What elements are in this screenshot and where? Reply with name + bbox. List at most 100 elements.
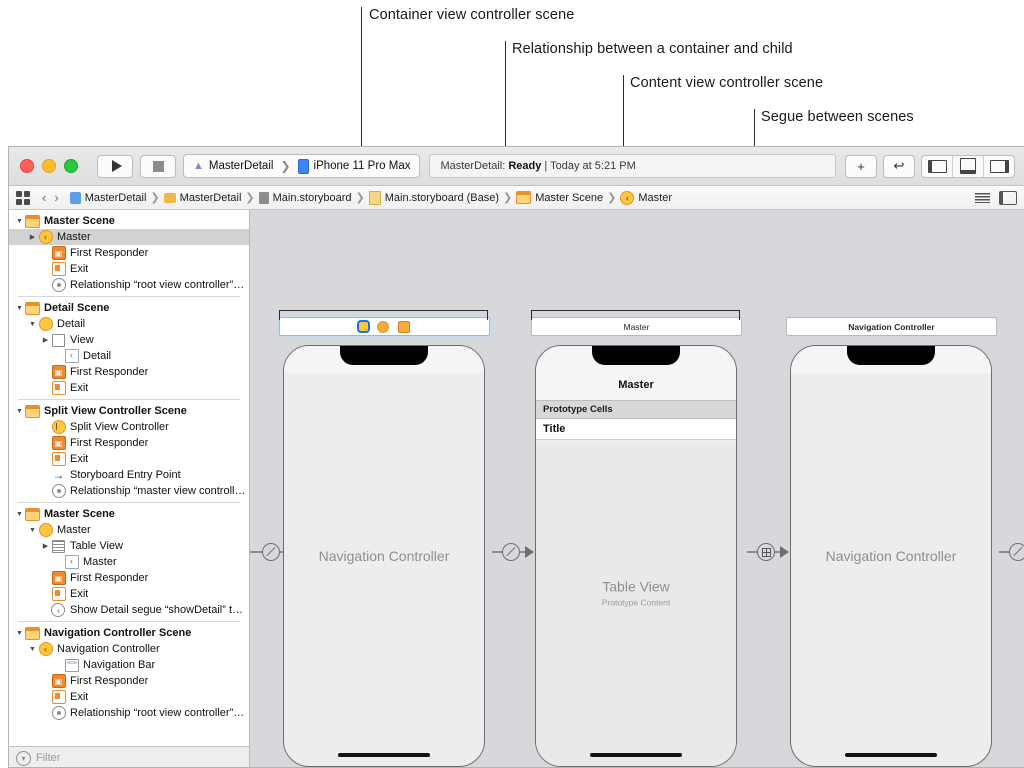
connector-segue[interactable] <box>747 543 789 561</box>
minimize-button[interactable] <box>42 159 56 173</box>
phone-preview[interactable]: Navigation Controller <box>790 345 992 767</box>
disclosure-triangle[interactable]: ▼ <box>27 321 38 328</box>
zoom-button[interactable] <box>64 159 78 173</box>
breadcrumb-item-2[interactable]: Main.storyboard <box>256 191 355 204</box>
outline-row[interactable]: Relationship “root view controller”… <box>9 277 249 293</box>
outline-row[interactable]: ▼ Master Scene <box>9 213 249 229</box>
outline-row[interactable]: ‹ Show Detail segue “showDetail” to… <box>9 602 249 618</box>
outline-row-label: First Responder <box>70 572 149 584</box>
outline-row[interactable]: Navigation Bar <box>9 657 249 673</box>
outline-row[interactable]: ▼ Split View Controller Scene <box>9 403 249 419</box>
filter-input[interactable]: Filter <box>36 752 60 764</box>
run-button[interactable] <box>97 154 133 178</box>
outline-row[interactable]: ▼ Master Scene <box>9 506 249 522</box>
outline-row[interactable]: ▼ Master <box>9 522 249 538</box>
connector-relationship-2[interactable] <box>999 543 1024 561</box>
scene-dock-title: Master <box>623 321 650 332</box>
outline-row-label: Navigation Controller Scene <box>44 627 192 639</box>
outline-row[interactable]: ▶ View <box>9 332 249 348</box>
breadcrumb-item-0[interactable]: MasterDetail <box>67 191 150 204</box>
outline-row[interactable]: Exit <box>9 380 249 396</box>
breadcrumb-item-5[interactable]: ‹ Master <box>617 190 675 205</box>
outline-row[interactable]: ▣ First Responder <box>9 570 249 586</box>
disclosure-triangle[interactable]: ▶ <box>40 336 51 344</box>
outline-row[interactable]: Exit <box>9 261 249 277</box>
storyboard-canvas[interactable]: Navigation Controller Master Master Prot… <box>250 210 1024 767</box>
first-responder-dock-icon[interactable] <box>377 320 389 333</box>
outline-row[interactable]: Split View Controller <box>9 419 249 435</box>
exit-dock-icon[interactable] <box>398 320 410 333</box>
scene-dock[interactable]: Navigation Controller <box>786 317 997 336</box>
outline-row[interactable]: → Storyboard Entry Point <box>9 467 249 483</box>
outline-row[interactable]: ▼ Navigation Controller Scene <box>9 625 249 641</box>
scheme-selector[interactable]: ▲ MasterDetail ❯ iPhone 11 Pro Max <box>183 154 421 178</box>
disclosure-triangle[interactable]: ▶ <box>27 233 38 241</box>
breadcrumb-item-1[interactable]: MasterDetail <box>161 192 245 204</box>
outline-row-label: Detail Scene <box>44 302 110 314</box>
toggle-navigator-button[interactable] <box>922 155 953 177</box>
outline-row[interactable]: ▶ Table View <box>9 538 249 554</box>
view-controller-dock-icon[interactable] <box>359 322 368 331</box>
scene-navigation-controller-2[interactable]: Navigation Controller Navigation Control… <box>786 310 997 767</box>
editor-options-button[interactable]: ↩ <box>883 154 915 178</box>
disclosure-triangle[interactable]: ▼ <box>14 305 25 312</box>
outline-row[interactable]: ▣ First Responder <box>9 435 249 451</box>
outline-row[interactable]: ▼ ‹ Navigation Controller <box>9 641 249 657</box>
titlebar-right-controls: + ↩ <box>845 154 1015 178</box>
disclosure-triangle[interactable]: ▼ <box>14 218 25 225</box>
disclosure-triangle[interactable]: ▼ <box>14 511 25 518</box>
toggle-inspector-button[interactable] <box>984 156 1014 177</box>
document-outline-icon[interactable] <box>975 192 990 203</box>
phone-preview[interactable]: Navigation Controller <box>283 345 485 767</box>
outline-row[interactable]: ▣ First Responder <box>9 364 249 380</box>
outline-row[interactable]: Exit <box>9 451 249 467</box>
phone-preview[interactable]: Master Prototype Cells Title Table View … <box>535 345 737 767</box>
prototype-cell[interactable]: Title <box>536 419 736 440</box>
outline-row[interactable]: ‹ Detail <box>9 348 249 364</box>
breadcrumb-label: Master <box>638 191 672 204</box>
outline-row-label: First Responder <box>70 437 149 449</box>
disclosure-triangle[interactable]: ▼ <box>27 527 38 534</box>
scene-icon <box>516 191 532 204</box>
outline-row[interactable]: ▼ Detail <box>9 316 249 332</box>
outline-row-label: Navigation Controller <box>57 643 160 655</box>
base-locale-icon <box>368 190 381 205</box>
navigation-item-icon: ‹ <box>64 555 79 569</box>
navigation-bar-title: Master <box>536 373 736 400</box>
assistant-layout-icon[interactable] <box>999 190 1017 205</box>
window-titlebar: ▲ MasterDetail ❯ iPhone 11 Pro Max Maste… <box>9 147 1024 186</box>
scene-navigation-controller-1[interactable]: Navigation Controller <box>279 310 490 767</box>
outline-tree[interactable]: ▼ Master Scene ▶ ‹ Master ▣ First Responder Exi… <box>9 210 249 746</box>
exit-icon <box>51 587 66 601</box>
disclosure-triangle[interactable]: ▶ <box>40 542 51 550</box>
disclosure-triangle[interactable]: ▼ <box>14 408 25 415</box>
segue-icon <box>757 543 775 561</box>
close-button[interactable] <box>20 159 34 173</box>
add-editor-button[interactable]: + <box>845 154 877 178</box>
outline-row[interactable]: ▼ Detail Scene <box>9 300 249 316</box>
connector-relationship-1[interactable] <box>492 543 534 561</box>
back-button[interactable]: ‹ <box>38 190 50 205</box>
toggle-debug-area-button[interactable] <box>953 155 984 177</box>
outline-row[interactable]: Relationship “root view controller”… <box>9 705 249 721</box>
outline-row[interactable]: ‹ Master <box>9 554 249 570</box>
outline-filter-bar[interactable]: ▾ Filter <box>9 746 249 767</box>
outline-row[interactable]: Exit <box>9 689 249 705</box>
related-items-icon[interactable] <box>16 190 30 205</box>
outline-row[interactable]: ▶ ‹ Master <box>9 229 249 245</box>
view-controller-icon: ‹ <box>620 190 635 205</box>
stop-button[interactable] <box>140 154 176 178</box>
breadcrumb-item-4[interactable]: Master Scene <box>513 191 606 204</box>
prototype-cells-header: Prototype Cells <box>536 400 736 419</box>
outline-row[interactable]: ▣ First Responder <box>9 673 249 689</box>
disclosure-triangle[interactable]: ▼ <box>14 630 25 637</box>
disclosure-triangle[interactable]: ▼ <box>27 646 38 653</box>
outline-row[interactable]: Exit <box>9 586 249 602</box>
outline-row[interactable]: ▣ First Responder <box>9 245 249 261</box>
breadcrumb-item-3[interactable]: Main.storyboard (Base) <box>366 190 502 205</box>
scene-master[interactable]: Master Master Prototype Cells Title Tabl… <box>531 310 742 767</box>
outline-row[interactable]: Relationship “master view controll… <box>9 483 249 499</box>
forward-button[interactable]: › <box>50 190 62 205</box>
arrow-head-icon <box>780 546 789 558</box>
storyboard-file-icon <box>258 191 269 204</box>
